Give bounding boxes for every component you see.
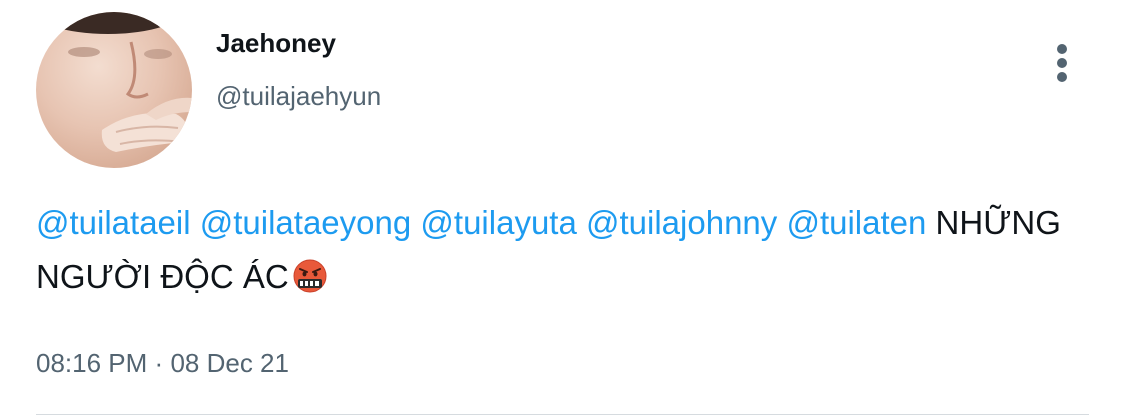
cursing-face-emoji-icon [293,255,327,293]
mention-link[interactable]: @tuilayuta [420,204,576,241]
mention-link[interactable]: @tuilaten [786,204,926,241]
meta-separator: · [154,348,164,378]
more-options-icon[interactable] [1046,42,1078,86]
divider [36,414,1089,415]
display-name[interactable]: Jaehoney [216,27,336,59]
tweet-time: 08:16 PM [36,348,148,378]
avatar-photo [36,12,192,152]
avatar[interactable] [36,12,192,168]
mention-link[interactable]: @tuilataeil [36,204,191,241]
tweet-text: @tuilataeil @tuilataeyong @tuilayuta @tu… [36,196,1076,304]
mention-link[interactable]: @tuilajohnny [586,204,777,241]
mention-link[interactable]: @tuilataeyong [200,204,411,241]
user-handle[interactable]: @tuilajaehyun [216,80,381,112]
tweet-timestamp[interactable]: 08:16 PM · 08 Dec 21 [36,347,289,379]
tweet-date: 08 Dec 21 [170,348,289,378]
